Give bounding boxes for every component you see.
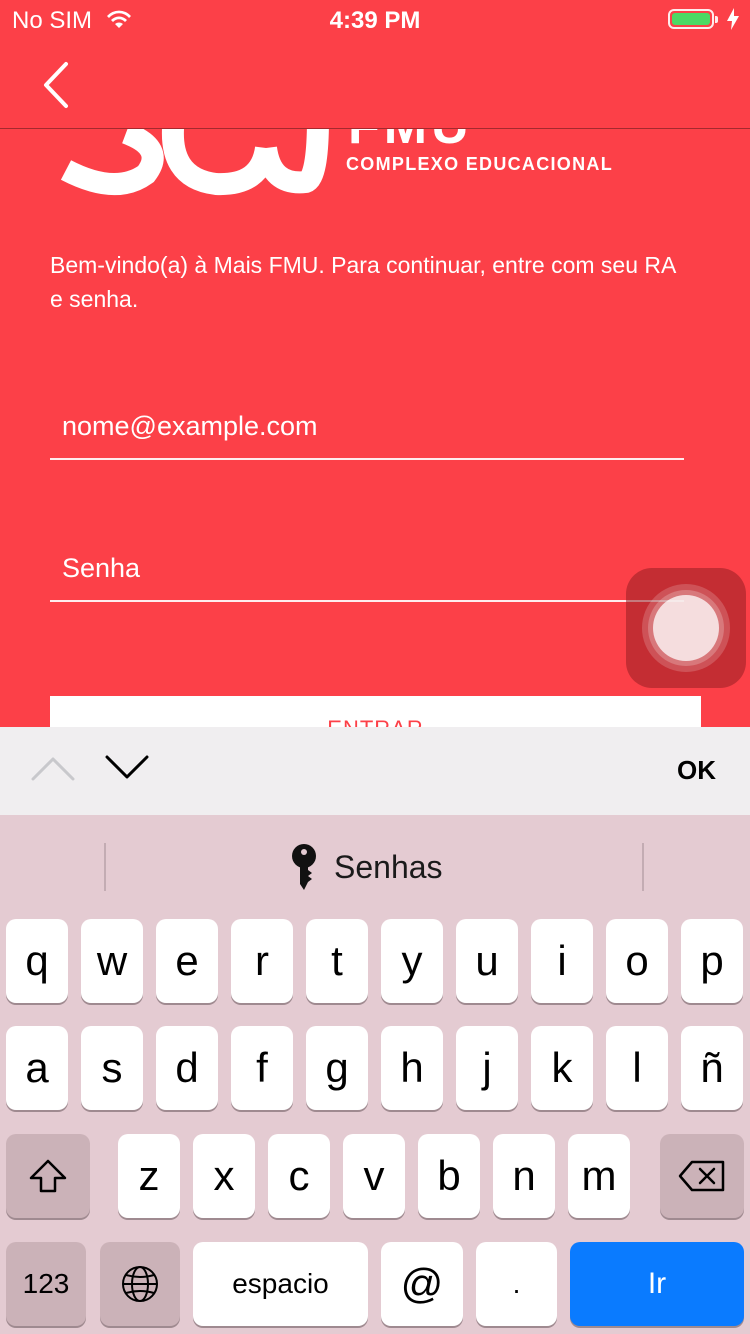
key-icon	[292, 844, 316, 890]
key-s[interactable]: s	[81, 1026, 143, 1110]
key-u[interactable]: u	[456, 919, 518, 1003]
password-field	[50, 540, 684, 602]
shift-icon	[29, 1159, 67, 1193]
status-bar: No SIM 4:39 PM	[0, 0, 750, 40]
keyboard: Senhas q w e r t y u i o p a s d f g h j k l ñ z x c v b n m 123 esp…	[0, 815, 750, 1334]
key-j[interactable]: j	[456, 1026, 518, 1110]
key-o[interactable]: o	[606, 919, 668, 1003]
key-m[interactable]: m	[568, 1134, 630, 1218]
key-g[interactable]: g	[306, 1026, 368, 1110]
at-key[interactable]: @	[381, 1242, 463, 1326]
key-z[interactable]: z	[118, 1134, 180, 1218]
key-t[interactable]: t	[306, 919, 368, 1003]
key-k[interactable]: k	[531, 1026, 593, 1110]
charging-icon	[727, 8, 739, 30]
key-l[interactable]: l	[606, 1026, 668, 1110]
go-key[interactable]: Ir	[570, 1242, 744, 1326]
done-button[interactable]: OK	[677, 755, 716, 786]
key-v[interactable]: v	[343, 1134, 405, 1218]
language-key[interactable]	[100, 1242, 180, 1326]
key-n[interactable]: n	[493, 1134, 555, 1218]
battery-icon	[668, 9, 718, 29]
key-y[interactable]: y	[381, 919, 443, 1003]
key-b[interactable]: b	[418, 1134, 480, 1218]
key-a[interactable]: a	[6, 1026, 68, 1110]
key-r[interactable]: r	[231, 919, 293, 1003]
password-input[interactable]	[62, 540, 662, 596]
logo-subtitle: COMPLEXO EDUCACIONAL	[346, 154, 614, 174]
key-x[interactable]: x	[193, 1134, 255, 1218]
backspace-icon	[678, 1160, 725, 1192]
globe-icon	[122, 1266, 158, 1302]
key-e[interactable]: e	[156, 919, 218, 1003]
clock: 4:39 PM	[329, 7, 421, 34]
key-c[interactable]: c	[268, 1134, 330, 1218]
key-d[interactable]: d	[156, 1026, 218, 1110]
back-icon[interactable]	[36, 60, 80, 110]
dot-key[interactable]: .	[476, 1242, 557, 1326]
passwords-suggestion-label: Senhas	[334, 848, 443, 885]
previous-field-icon[interactable]	[30, 753, 76, 783]
email-field	[50, 398, 684, 460]
key-h[interactable]: h	[381, 1026, 443, 1110]
key-f[interactable]: f	[231, 1026, 293, 1110]
welcome-message: Bem-vindo(a) à Mais FMU. Para continuar,…	[50, 252, 676, 312]
assistive-touch-button[interactable]	[626, 568, 746, 688]
key-i[interactable]: i	[531, 919, 593, 1003]
key-p[interactable]: p	[681, 919, 743, 1003]
email-input[interactable]	[62, 398, 662, 454]
quicktype-bar: Senhas	[0, 815, 750, 915]
numbers-key[interactable]: 123	[6, 1242, 86, 1326]
fmu-logo: FMU COMPLEXO EDUCACIONAL	[56, 118, 616, 198]
key-w[interactable]: w	[81, 919, 143, 1003]
logo-mark	[60, 118, 329, 196]
next-field-icon[interactable]	[104, 753, 150, 783]
shift-key[interactable]	[6, 1134, 90, 1218]
passwords-suggestion[interactable]: Senhas	[290, 843, 443, 891]
key-ñ[interactable]: ñ	[681, 1026, 743, 1110]
space-key[interactable]: espacio	[193, 1242, 368, 1326]
key-q[interactable]: q	[6, 919, 68, 1003]
keyboard-accessory-bar: OK	[0, 727, 750, 815]
navigation-bar	[0, 40, 750, 129]
delete-key[interactable]	[660, 1134, 744, 1218]
